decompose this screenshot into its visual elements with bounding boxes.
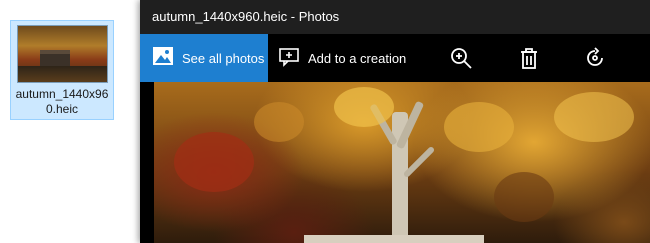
add-to-creation-button[interactable]: Add to a creation xyxy=(278,34,406,82)
add-to-creation-label: Add to a creation xyxy=(308,50,407,66)
photo-foliage xyxy=(554,92,634,142)
file-thumbnail xyxy=(17,25,108,83)
photo-foliage xyxy=(334,87,394,127)
photos-window: autumn_1440x960.heic - Photos See all ph… xyxy=(140,0,650,243)
zoom-in-icon[interactable] xyxy=(449,46,473,70)
photo-dock xyxy=(304,235,484,243)
file-name-label: autumn_1440x96 0.heic xyxy=(15,87,109,116)
see-all-photos-label: See all photos xyxy=(182,50,265,66)
add-to-creation-icon xyxy=(278,45,300,72)
see-all-photos-button[interactable]: See all photos xyxy=(140,34,268,82)
thumbnail-water xyxy=(18,66,107,82)
rotate-icon[interactable] xyxy=(583,46,607,70)
autumn-photo xyxy=(154,82,650,243)
file-tile-autumn-heic[interactable]: autumn_1440x96 0.heic xyxy=(10,20,114,120)
title-bar[interactable]: autumn_1440x960.heic - Photos xyxy=(140,0,650,34)
delete-icon[interactable] xyxy=(517,46,541,70)
photo-foliage xyxy=(444,102,514,152)
toolbar: See all photos Add to a creation xyxy=(140,34,650,82)
photo-foliage xyxy=(494,172,554,222)
window-title: autumn_1440x960.heic - Photos xyxy=(152,9,340,24)
photo-foliage xyxy=(254,102,304,142)
photo-foliage xyxy=(174,132,254,192)
gallery-icon xyxy=(152,45,174,72)
